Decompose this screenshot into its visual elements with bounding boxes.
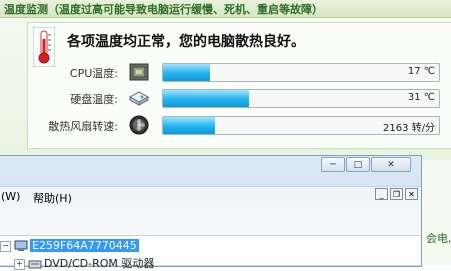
dvd-drive-icon: [28, 260, 42, 269]
fan-icon: [129, 115, 149, 135]
minimize-icon: _: [379, 190, 384, 199]
cpu-temperature-value: 17 ℃: [407, 66, 435, 77]
status-message: 各项温度均正常，您的电脑散热良好。: [67, 34, 305, 50]
mdi-close-button[interactable]: ✕: [405, 188, 418, 200]
menu-help[interactable]: 帮助(H): [33, 190, 72, 206]
minimize-icon: ─: [330, 159, 336, 170]
cpu-temperature-bar-fill: [163, 64, 210, 81]
disk-temperature-bar: 31 ℃: [162, 89, 440, 108]
toolbar: [0, 207, 421, 236]
mdi-restore-button[interactable]: ❐: [390, 188, 403, 200]
fan-speed-label: 散热风扇转速:: [48, 120, 118, 133]
close-icon: ✕: [408, 190, 415, 199]
maximize-icon: □: [353, 159, 363, 170]
cpu-temperature-row: CPU温度: 17 ℃: [40, 61, 451, 83]
fan-speed-row: 散热风扇转速: 2163 转/分: [40, 114, 451, 136]
menu-bar: (W) 帮助(H): [0, 186, 421, 208]
cpu-chip-icon: [129, 63, 149, 81]
window-caption-buttons: ─ □ ✕: [321, 157, 411, 173]
close-button[interactable]: ✕: [371, 157, 411, 172]
disk-temperature-label: 硬盘温度:: [70, 93, 118, 106]
collapse-icon[interactable]: −: [0, 240, 11, 252]
tree-child-item[interactable]: + DVD/CD-ROM 驱动器: [14, 255, 154, 271]
restore-icon: ❐: [392, 190, 401, 199]
background-panel-text: 会电,: [426, 232, 451, 245]
disk-temperature-bar-fill: [163, 90, 249, 107]
maximize-button[interactable]: □: [346, 157, 370, 172]
background-panel-strip: [422, 160, 451, 265]
minimize-button[interactable]: ─: [321, 157, 345, 172]
fan-speed-value: 2163 转/分: [383, 123, 435, 134]
hard-disk-icon: [128, 91, 150, 106]
fan-speed-bar: 2163 转/分: [162, 116, 440, 135]
mdi-caption-buttons: _ ❐ ✕: [375, 188, 418, 200]
computer-icon: [14, 240, 28, 251]
close-icon: ✕: [387, 159, 395, 170]
disk-temperature-row: 硬盘温度: 31 ℃: [40, 87, 451, 109]
temperature-monitor-panel: 温度监测（温度过高可能导致电脑运行缓慢、死机、重启等故障） 各项温度均正常，您的…: [0, 0, 451, 160]
monitor-header: 温度监测（温度过高可能导致电脑运行缓慢、死机、重启等故障）: [0, 0, 451, 18]
expand-icon[interactable]: +: [14, 258, 25, 270]
fan-speed-bar-fill: [163, 117, 216, 134]
monitor-title: 温度监测（温度过高可能导致电脑运行缓慢、死机、重启等故障）: [4, 3, 323, 16]
cpu-temperature-bar: 17 ℃: [162, 63, 440, 82]
tree-root-label[interactable]: E259F64A7770445: [30, 239, 139, 252]
disk-temperature-value: 31 ℃: [407, 92, 435, 103]
mdi-minimize-button[interactable]: _: [375, 188, 388, 200]
tree-root-item[interactable]: − E259F64A7770445: [0, 239, 139, 252]
device-tree[interactable]: − E259F64A7770445 + DVD/CD-ROM 驱动器: [0, 236, 421, 270]
tree-child-label[interactable]: DVD/CD-ROM 驱动器: [44, 257, 154, 270]
cpu-temperature-label: CPU温度:: [69, 67, 118, 80]
menu-window[interactable]: (W): [1, 190, 20, 203]
